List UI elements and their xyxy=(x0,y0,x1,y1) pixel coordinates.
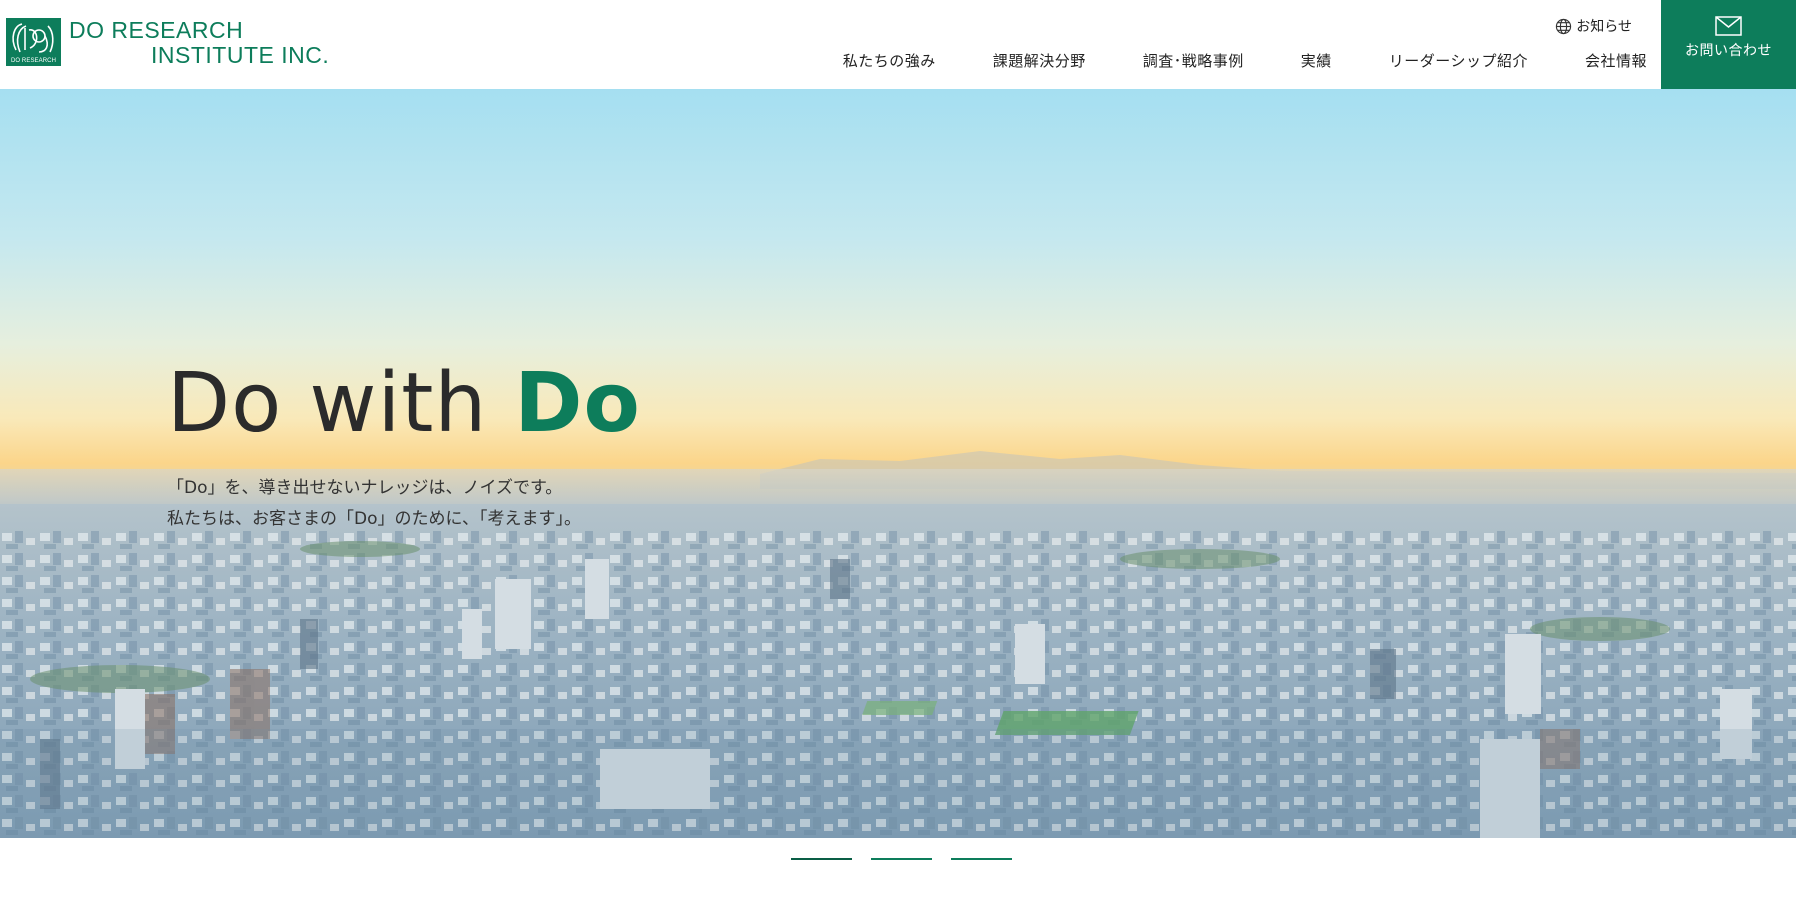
site-header: DO RESEARCH DO RESEARCH INSTITUTE INC. お… xyxy=(0,0,1796,89)
logo-line-2: INSTITUTE INC. xyxy=(151,42,330,68)
nav-item-results[interactable]: 実績 xyxy=(1301,50,1332,71)
contact-button[interactable]: お問い合わせ xyxy=(1661,0,1796,89)
hero-title: Do with Do xyxy=(167,359,641,449)
mail-icon xyxy=(1715,16,1742,36)
logo-mark-icon: DO RESEARCH xyxy=(6,18,61,66)
city-skyline-image xyxy=(0,451,1796,838)
logo-wordmark: DO RESEARCH INSTITUTE INC. xyxy=(69,18,329,68)
logo[interactable]: DO RESEARCH DO RESEARCH INSTITUTE INC. xyxy=(6,18,329,68)
nav-item-solutions[interactable]: 課題解決分野 xyxy=(993,50,1086,71)
slider-dot-3[interactable] xyxy=(951,858,1012,860)
nav-item-leadership[interactable]: リーダーシップ紹介 xyxy=(1389,50,1528,71)
nav-item-company[interactable]: 会社情報 xyxy=(1585,50,1647,71)
slider-dot-1[interactable] xyxy=(791,858,852,860)
globe-icon xyxy=(1556,18,1572,34)
slider-dot-2[interactable] xyxy=(871,858,932,860)
hero-title-main: Do with xyxy=(167,356,515,451)
news-link[interactable]: お知らせ xyxy=(1555,16,1632,36)
nav-item-cases[interactable]: 調査･戦略事例 xyxy=(1143,50,1244,71)
nav-item-strengths[interactable]: 私たちの強み xyxy=(843,50,936,71)
hero-title-accent: Do xyxy=(514,356,641,451)
slider-indicators xyxy=(791,858,1031,860)
logo-line-1: DO RESEARCH xyxy=(69,17,244,43)
hero-lead-line-1: 「Do」を、導き出せないナレッジは、ノイズです。 xyxy=(167,478,563,498)
news-link-label: お知らせ xyxy=(1576,19,1632,35)
logo-mark-label: DO RESEARCH xyxy=(10,58,57,64)
hero-section: Do with Do 「Do」を、導き出せないナレッジは、ノイズです。 私たちは… xyxy=(0,89,1796,838)
main-nav: 私たちの強み 課題解決分野 調査･戦略事例 実績 リーダーシップ紹介 会社情報 xyxy=(786,50,1647,71)
hero-lead: 「Do」を、導き出せないナレッジは、ノイズです。 私たちは、お客さまの「Do」の… xyxy=(167,473,581,535)
contact-button-label: お問い合わせ xyxy=(1685,43,1772,59)
hero-lead-line-2: 私たちは、お客さまの「Do」のために、「考えます」。 xyxy=(167,509,581,529)
